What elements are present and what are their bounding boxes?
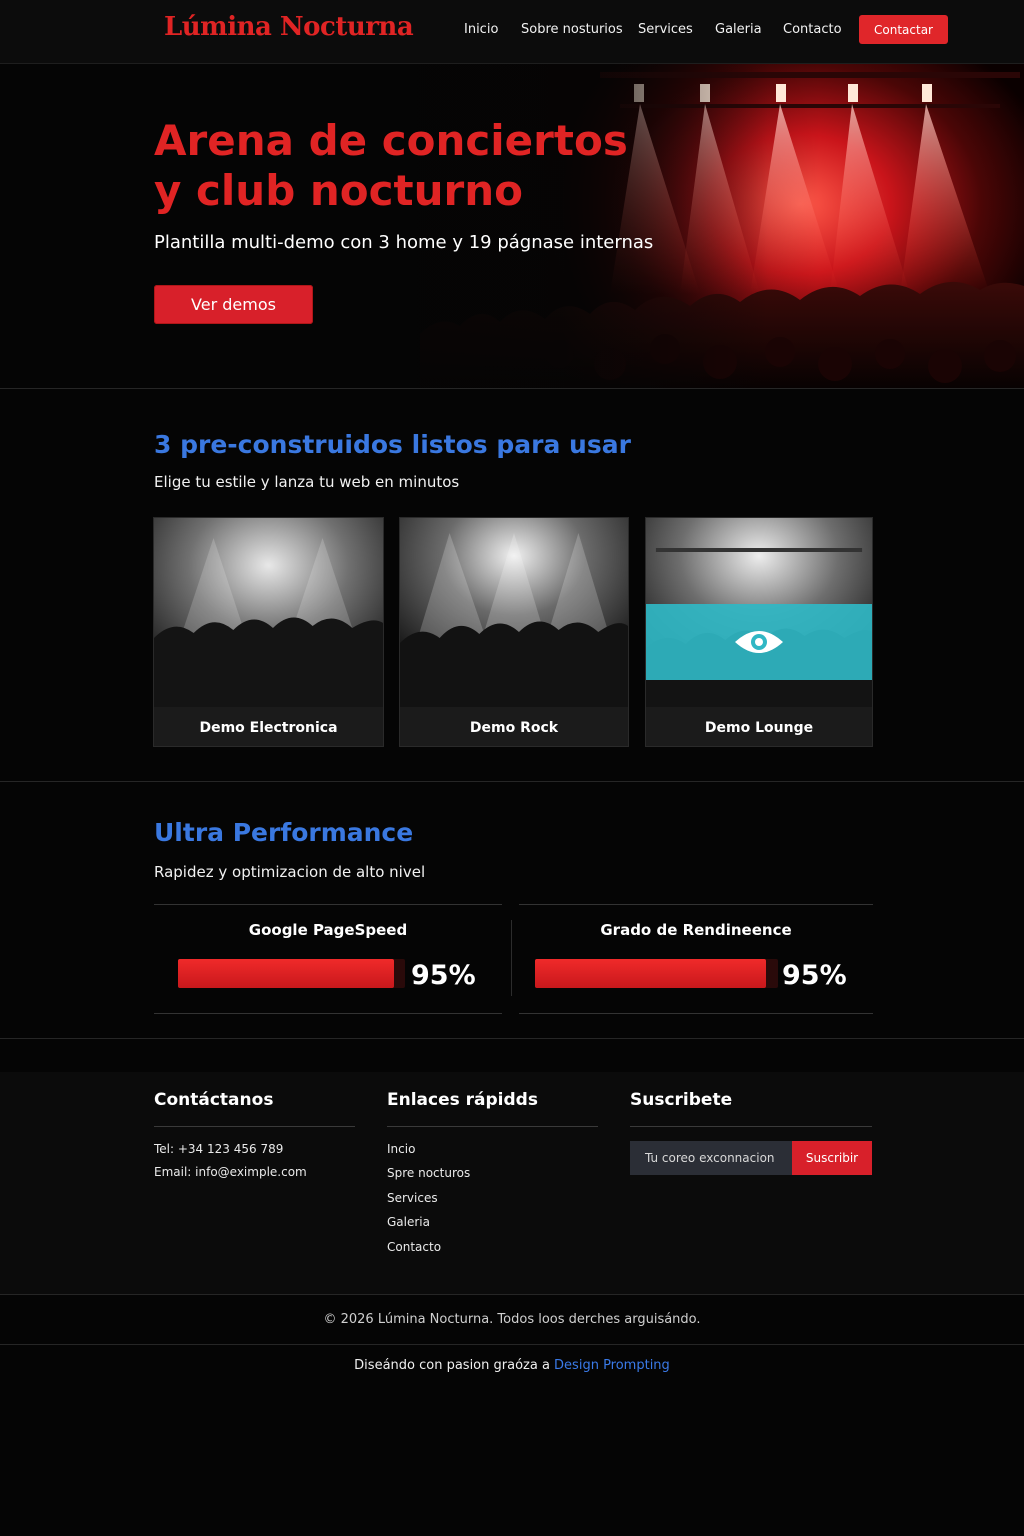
divider <box>0 781 1024 782</box>
footer-link-inicio[interactable]: Incio <box>387 1142 415 1156</box>
divider <box>0 1294 1024 1295</box>
demo-card-electronica[interactable]: Demo Electronica <box>153 517 384 747</box>
divider <box>0 1344 1024 1345</box>
divider <box>387 1126 598 1127</box>
credit-link[interactable]: Design Prompting <box>554 1358 670 1373</box>
demo-rock-image <box>400 518 628 707</box>
eye-icon <box>735 631 783 653</box>
footer-email[interactable]: Email: info@eximple.com <box>154 1165 307 1179</box>
nav-link-inicio[interactable]: Inicio <box>464 22 498 37</box>
contact-cta-button[interactable]: Contactar <box>859 15 948 44</box>
view-demos-button[interactable]: Ver demos <box>154 285 313 324</box>
hero-subtitle: Plantilla multi-demo con 3 home y 19 pág… <box>154 232 654 253</box>
metric-value: 95% <box>782 960 847 991</box>
metric-bar-fill <box>535 959 766 988</box>
divider <box>0 1038 1024 1039</box>
demo-electronica-image <box>154 518 383 707</box>
footer-links-heading: Enlaces rápidds <box>387 1090 538 1110</box>
demo-card-label: Demo Electronica <box>154 707 383 746</box>
nav-link-contacto[interactable]: Contacto <box>783 22 842 37</box>
credit-prefix: Diseándo con pasion graóza a <box>354 1358 555 1373</box>
metric-bar-fill <box>178 959 394 988</box>
footer-link-services[interactable]: Services <box>387 1191 438 1205</box>
top-navbar: Lúmina Nocturna Inicio Sobre nosturios S… <box>0 0 1024 64</box>
nav-link-galeria[interactable]: Galeria <box>715 22 762 37</box>
metric-label: Grado de Rendineence <box>600 921 792 939</box>
metric-divider <box>511 920 512 996</box>
metric-performance-grade: Grado de Rendineence 95% <box>519 904 873 1014</box>
hero-title: Arena de conciertos y club nocturno <box>154 116 628 215</box>
footer-link-contacto[interactable]: Contacto <box>387 1240 441 1254</box>
hero-section: Arena de conciertos y club nocturno Plan… <box>0 64 1024 388</box>
prebuilt-title: 3 pre-construidos listos para usar <box>154 430 631 459</box>
demo-card-lounge[interactable]: Demo Lounge <box>645 517 873 747</box>
demo-card-rock[interactable]: Demo Rock <box>399 517 629 747</box>
credit-text: Diseándo con pasion graóza a Design Prom… <box>0 1358 1024 1373</box>
footer-subscribe-heading: Suscribete <box>630 1090 733 1110</box>
copyright-text: © 2026 Lúmina Nocturna. Todos loos derch… <box>323 1312 701 1327</box>
performance-title: Ultra Performance <box>154 818 414 847</box>
footer-phone: Tel: +34 123 456 789 <box>154 1142 284 1156</box>
hover-overlay[interactable] <box>646 604 872 680</box>
prebuilt-subtitle: Elige tu estile y lanza tu web en minuto… <box>154 473 460 491</box>
subscribe-button[interactable]: Suscribir <box>792 1141 872 1175</box>
nav-link-services[interactable]: Services <box>638 22 693 37</box>
metric-label: Google PageSpeed <box>248 921 408 939</box>
metric-value: 95% <box>411 960 476 991</box>
site-logo[interactable]: Lúmina Nocturna <box>164 12 414 42</box>
divider <box>630 1126 872 1127</box>
metric-bar-track <box>178 959 405 988</box>
metric-bar-track <box>535 959 778 988</box>
footer-contact-heading: Contáctanos <box>154 1090 274 1110</box>
metric-pagespeed: Google PageSpeed 95% <box>154 904 502 1014</box>
nav-link-sobre[interactable]: Sobre nosturios <box>521 22 623 37</box>
demo-card-label: Demo Rock <box>400 707 628 746</box>
demo-card-label: Demo Lounge <box>646 707 872 746</box>
divider <box>0 388 1024 389</box>
footer-link-galeria[interactable]: Galeria <box>387 1215 430 1229</box>
concert-stage-image <box>0 64 1024 388</box>
subscribe-email-input[interactable]: Tu coreo exconnacion <box>630 1141 792 1175</box>
divider <box>154 1126 355 1127</box>
performance-subtitle: Rapidez y optimizacion de alto nivel <box>154 863 426 881</box>
footer-link-sobre[interactable]: Spre nocturos <box>387 1166 470 1180</box>
